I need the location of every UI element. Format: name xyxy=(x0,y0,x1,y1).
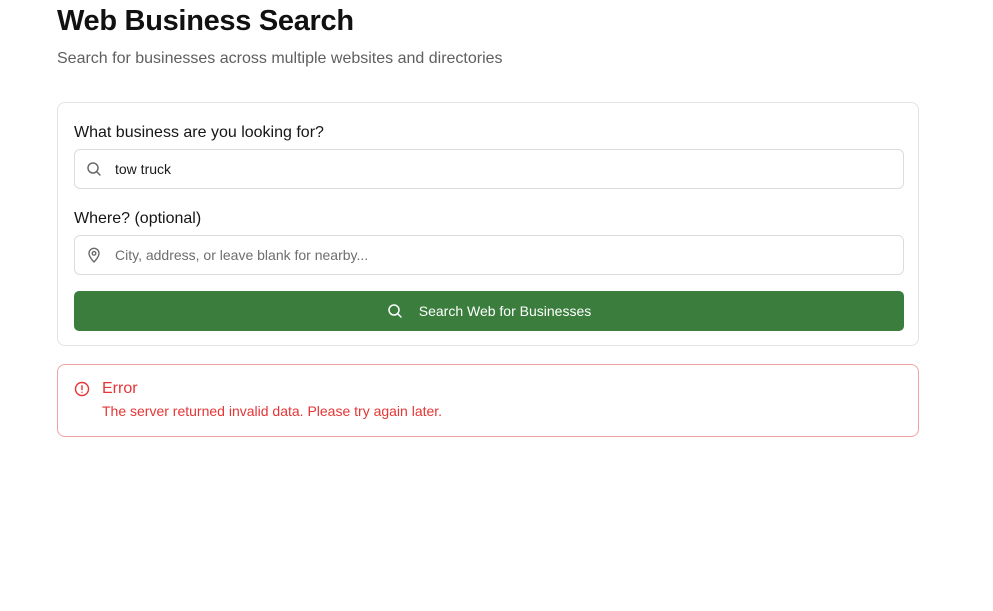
error-alert: Error The server returned invalid data. … xyxy=(57,364,919,437)
location-field[interactable] xyxy=(74,235,904,275)
error-message: The server returned invalid data. Please… xyxy=(102,403,443,419)
page-title: Web Business Search xyxy=(57,5,354,37)
search-icon xyxy=(387,303,403,319)
search-form-card: What business are you looking for? Where… xyxy=(57,102,919,346)
search-button-label: Search Web for Businesses xyxy=(418,303,592,319)
error-title: Error xyxy=(102,380,138,397)
location-field-label: Where? (optional) xyxy=(74,210,202,227)
page: Web Business Search Search for businesse… xyxy=(0,0,993,611)
business-field-label: What business are you looking for? xyxy=(74,124,324,141)
business-search-input[interactable] xyxy=(115,150,895,188)
search-web-button[interactable]: Search Web for Businesses xyxy=(74,291,904,331)
search-icon xyxy=(86,161,102,177)
page-subtitle: Search for businesses across multiple we… xyxy=(57,50,503,67)
map-pin-icon xyxy=(86,247,102,263)
business-search-field[interactable] xyxy=(74,149,904,189)
alert-circle-icon xyxy=(74,381,90,397)
location-input[interactable] xyxy=(115,236,895,274)
